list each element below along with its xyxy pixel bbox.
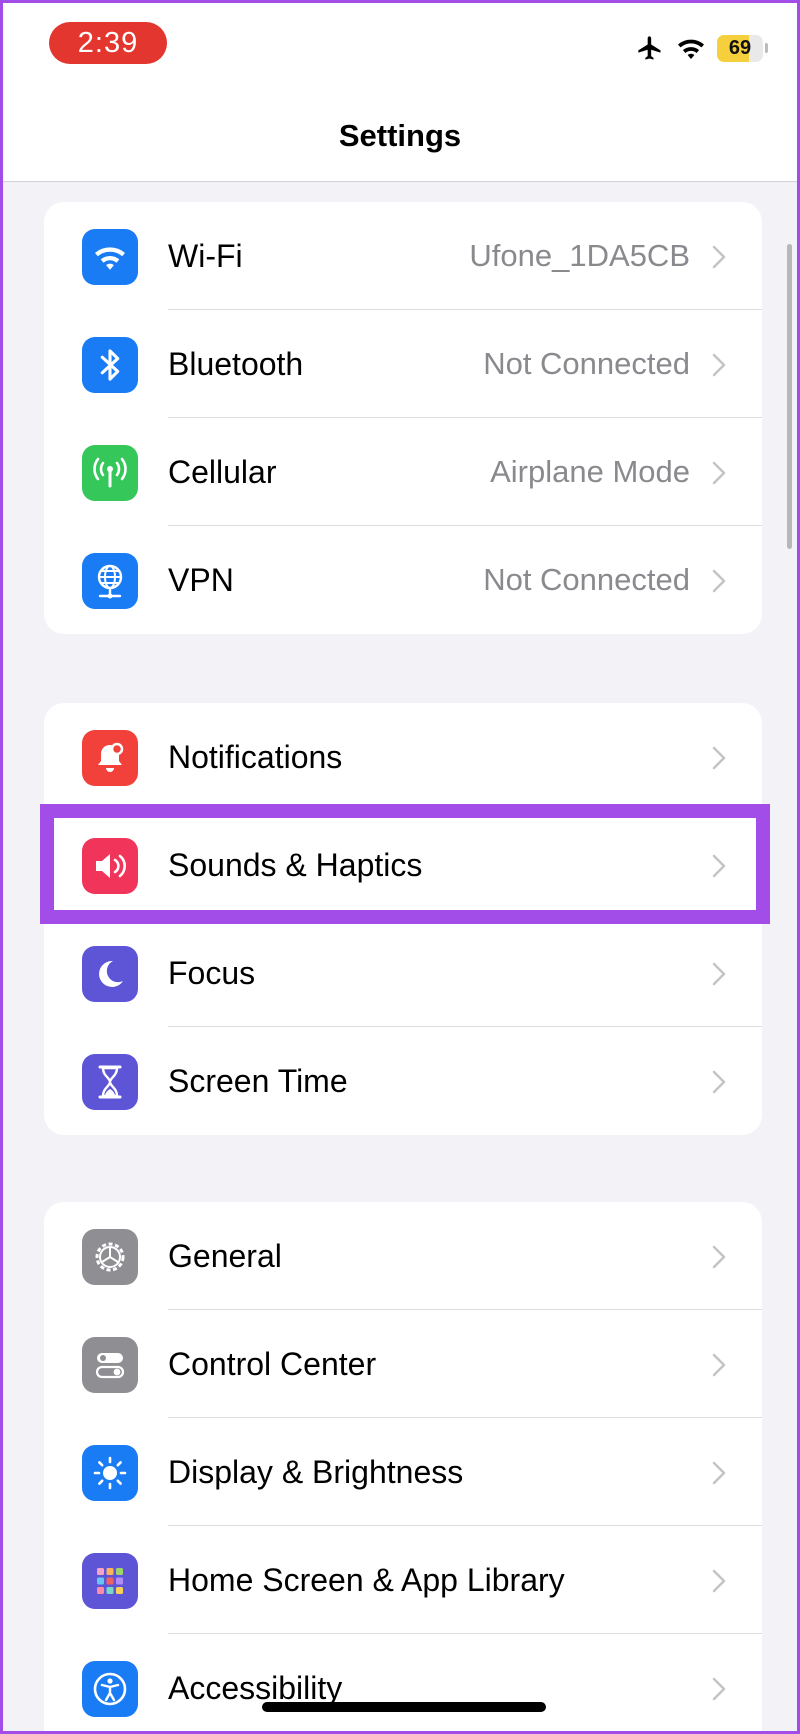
settings-row-value: Ufone_1DA5CB	[469, 238, 690, 273]
chevron-right-icon	[712, 353, 726, 377]
app-grid-icon	[82, 1553, 138, 1609]
page-title: Settings	[338, 118, 462, 153]
chevron-right-icon	[712, 1569, 726, 1593]
sun-icon	[82, 1445, 138, 1501]
bluetooth-icon	[82, 337, 138, 393]
chevron-right-icon	[712, 854, 726, 878]
settings-group-attention: Notifications Sounds & Haptics Focus Scr…	[44, 703, 762, 1135]
hourglass-icon	[82, 1054, 138, 1110]
moon-icon	[82, 946, 138, 1002]
settings-row-screen-time[interactable]: Screen Time	[44, 1027, 762, 1135]
wifi-icon	[82, 229, 138, 285]
settings-row-wifi[interactable]: Wi-Fi Ufone_1DA5CB	[44, 202, 762, 310]
settings-row-label: Cellular	[168, 453, 277, 490]
gear-icon	[82, 1229, 138, 1285]
settings-row-control-center[interactable]: Control Center	[44, 1310, 762, 1418]
settings-row-bluetooth[interactable]: Bluetooth Not Connected	[44, 310, 762, 418]
settings-group-system: General Control Center Display & Brightn…	[44, 1202, 762, 1734]
settings-row-display-brightness[interactable]: Display & Brightness	[44, 1418, 762, 1526]
settings-row-value: Not Connected	[483, 346, 690, 381]
settings-row-notifications[interactable]: Notifications	[44, 703, 762, 811]
settings-row-focus[interactable]: Focus	[44, 919, 762, 1027]
settings-row-label: Accessibility	[168, 1669, 343, 1706]
chevron-right-icon	[712, 1245, 726, 1269]
speaker-icon	[82, 838, 138, 894]
settings-row-label: VPN	[168, 561, 234, 598]
status-time: 2:39	[49, 22, 167, 64]
globe-network-icon	[82, 553, 138, 609]
settings-row-label: Focus	[168, 954, 256, 991]
settings-row-value: Not Connected	[483, 562, 690, 597]
chevron-right-icon	[712, 962, 726, 986]
chevron-right-icon	[712, 1070, 726, 1094]
settings-row-label: Wi-Fi	[168, 237, 243, 274]
settings-row-label: Screen Time	[168, 1062, 348, 1099]
settings-row-label: Home Screen & App Library	[168, 1561, 565, 1598]
battery-level: 69	[728, 36, 752, 59]
scroll-indicator[interactable]	[787, 244, 792, 549]
status-icons: 69	[635, 34, 768, 62]
settings-group-connectivity: Wi-Fi Ufone_1DA5CB Bluetooth Not Connect…	[44, 202, 762, 634]
settings-row-accessibility[interactable]: Accessibility	[44, 1634, 762, 1734]
chevron-right-icon	[712, 245, 726, 269]
chevron-right-icon	[712, 461, 726, 485]
settings-row-sounds-haptics[interactable]: Sounds & Haptics	[44, 811, 762, 919]
settings-row-cellular[interactable]: Cellular Airplane Mode	[44, 418, 762, 526]
accessibility-icon	[82, 1661, 138, 1717]
settings-row-label: Bluetooth	[168, 345, 304, 382]
toggles-icon	[82, 1337, 138, 1393]
settings-row-label: General	[168, 1237, 282, 1274]
settings-row-home-screen[interactable]: Home Screen & App Library	[44, 1526, 762, 1634]
settings-row-label: Control Center	[168, 1345, 377, 1382]
chevron-right-icon	[712, 569, 726, 593]
settings-row-general[interactable]: General	[44, 1202, 762, 1310]
chevron-right-icon	[712, 1461, 726, 1485]
airplane-icon	[638, 36, 661, 60]
battery-cap	[765, 43, 768, 53]
settings-row-value: Airplane Mode	[490, 454, 690, 489]
home-indicator[interactable]	[262, 1702, 546, 1712]
chevron-right-icon	[712, 746, 726, 770]
battery-indicator: 69	[717, 34, 763, 62]
chevron-right-icon	[712, 1353, 726, 1377]
settings-row-label: Notifications	[168, 738, 343, 775]
bell-badge-icon	[82, 730, 138, 786]
cellular-antenna-icon	[82, 445, 138, 501]
settings-row-vpn[interactable]: VPN Not Connected	[44, 526, 762, 634]
settings-row-label: Display & Brightness	[168, 1453, 464, 1490]
settings-row-label: Sounds & Haptics	[168, 846, 423, 883]
wifi-signal-icon	[678, 39, 704, 60]
chevron-right-icon	[712, 1677, 726, 1701]
navigation-header: 2:39 69 Settings	[0, 0, 800, 182]
